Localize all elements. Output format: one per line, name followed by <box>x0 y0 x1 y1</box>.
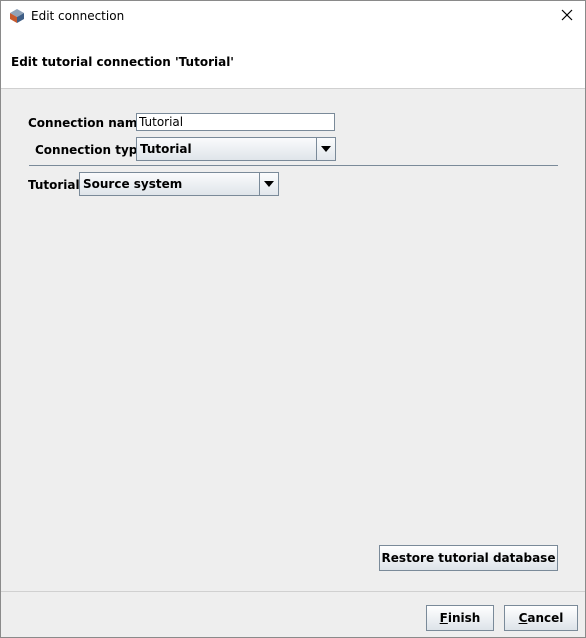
dropdown-arrow[interactable] <box>259 173 278 195</box>
tutorial-label: Tutorial: <box>28 178 85 192</box>
connection-type-dropdown[interactable]: Tutorial <box>136 137 336 161</box>
form-separator <box>29 165 558 166</box>
edit-connection-dialog: Edit connection Edit tutorial connection… <box>0 0 586 638</box>
finish-button[interactable]: Finish <box>426 605 494 631</box>
chevron-down-icon <box>321 146 331 152</box>
connection-type-value: Tutorial <box>140 142 192 156</box>
chevron-down-icon <box>264 181 274 187</box>
restore-tutorial-database-button[interactable]: Restore tutorial database <box>379 545 558 571</box>
close-icon <box>561 9 573 24</box>
dropdown-arrow[interactable] <box>316 138 335 160</box>
connection-name-input[interactable] <box>136 113 335 131</box>
header-panel: Edit tutorial connection 'Tutorial' <box>1 32 585 89</box>
footer-divider <box>1 591 585 592</box>
tutorial-dropdown[interactable]: Source system <box>79 172 279 196</box>
restore-button-label: Restore tutorial database <box>381 551 556 565</box>
tutorial-value: Source system <box>83 177 183 191</box>
title-bar: Edit connection <box>1 1 585 32</box>
dialog-heading: Edit tutorial connection 'Tutorial' <box>11 55 234 69</box>
close-button[interactable] <box>548 1 585 32</box>
cancel-button-label: Cancel <box>518 611 564 625</box>
window-title: Edit connection <box>31 9 125 23</box>
finish-button-label: Finish <box>439 611 481 625</box>
connection-type-label: Connection type: <box>35 143 151 157</box>
app-logo-icon <box>9 8 25 24</box>
connection-name-label: Connection name: <box>28 116 151 130</box>
cancel-button[interactable]: Cancel <box>504 605 578 631</box>
